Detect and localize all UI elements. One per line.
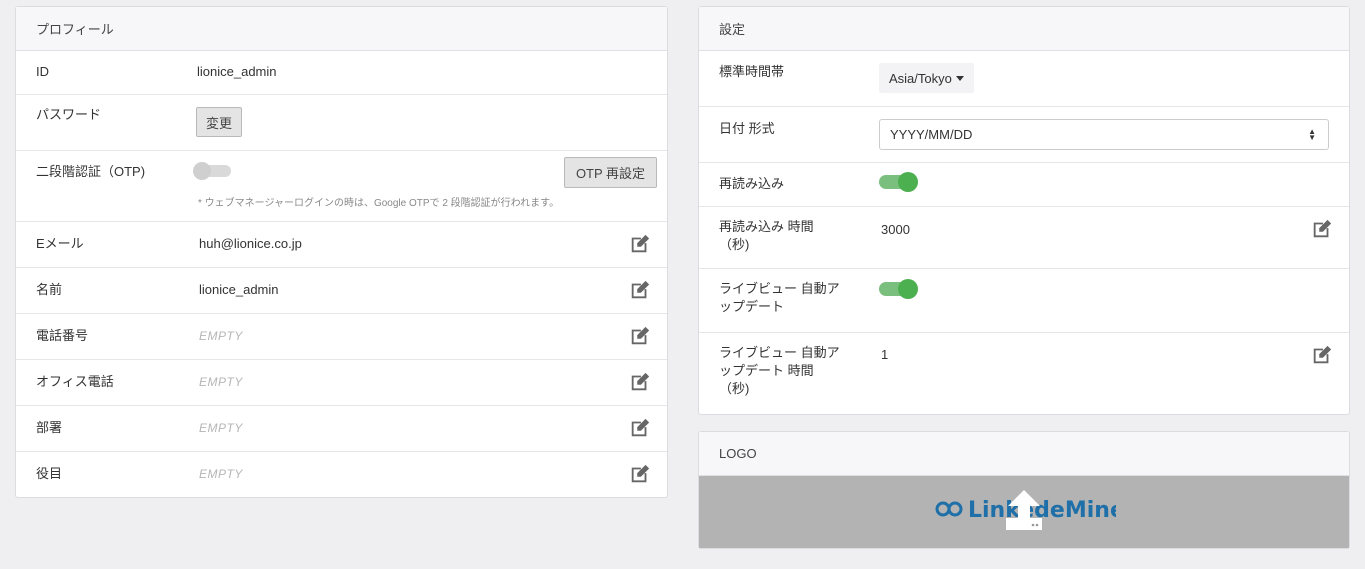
email-row: Eメール huh@lionice.co.jp [16, 222, 667, 268]
reload-time-label-line2: （秒) [719, 237, 750, 252]
id-row: ID lionice_admin [16, 51, 667, 95]
name-label: 名前 [36, 282, 63, 297]
role-label: 役目 [36, 466, 63, 481]
reload-time-label-line1: 再読み込み 時間 [719, 219, 814, 234]
settings-panel: 設定 標準時間帯 Asia/Tokyo 日付 形式 YYYY/MM/DD ▲ ▼ … [698, 6, 1350, 415]
reload-toggle[interactable] [879, 172, 918, 192]
date-format-label: 日付 形式 [719, 121, 775, 136]
chevron-down-icon [955, 75, 964, 81]
department-label: 部署 [36, 420, 63, 435]
office-phone-value: EMPTY [199, 375, 243, 389]
live-time-label: ライブビュー 自動ア ップデート 時間 （秒) [719, 344, 840, 398]
office-phone-label: オフィス電話 [36, 374, 114, 389]
live-time-label-line3: （秒) [719, 381, 750, 396]
department-value: EMPTY [199, 421, 243, 435]
live-time-label-line1: ライブビュー 自動ア [719, 345, 840, 360]
otp-toggle-knob [193, 162, 211, 180]
change-password-button[interactable]: 変更 [196, 107, 242, 137]
upload-icon[interactable] [1002, 488, 1046, 532]
name-row: 名前 lionice_admin [16, 268, 667, 314]
email-label: Eメール [36, 236, 84, 251]
otp-row: 二段階認証（OTP) OTP 再設定 * ウェブマネージャーログインの時は、Go… [16, 151, 667, 222]
edit-department-icon[interactable] [629, 417, 651, 439]
live-auto-row: ライブビュー 自動ア ップデート [699, 269, 1349, 333]
edit-phone-icon[interactable] [629, 325, 651, 347]
reload-time-value: 3000 [881, 222, 910, 237]
profile-header: プロフィール [16, 7, 667, 51]
timezone-label: 標準時間帯 [719, 64, 785, 79]
otp-toggle[interactable] [193, 162, 231, 180]
phone-row: 電話番号 EMPTY [16, 314, 667, 360]
reload-time-row: 再読み込み 時間 （秒) 3000 [699, 207, 1349, 269]
otp-note: * ウェブマネージャーログインの時は、Google OTPで 2 段階認証が行わ… [198, 198, 560, 209]
timezone-select[interactable]: Asia/Tokyo [879, 63, 974, 93]
logo-panel: LOGO LinkedeMine [698, 431, 1350, 549]
live-auto-label-line2: ップデート [719, 299, 785, 314]
id-value: lionice_admin [197, 64, 277, 79]
edit-role-icon[interactable] [629, 463, 651, 485]
department-row: 部署 EMPTY [16, 406, 667, 452]
profile-panel: プロフィール ID lionice_admin パスワード 変更 二段階認証（O… [15, 6, 668, 498]
live-auto-label-line1: ライブビュー 自動ア [719, 281, 840, 296]
edit-name-icon[interactable] [629, 279, 651, 301]
logo-header: LOGO [699, 432, 1349, 476]
edit-reload-time-icon[interactable] [1311, 218, 1333, 240]
phone-label: 電話番号 [36, 328, 89, 343]
reload-row: 再読み込み [699, 163, 1349, 207]
live-time-value: 1 [881, 347, 889, 362]
otp-reset-button[interactable]: OTP 再設定 [564, 157, 657, 188]
edit-office-phone-icon[interactable] [629, 371, 651, 393]
settings-title: 設定 [719, 22, 746, 37]
email-value: huh@lionice.co.jp [199, 236, 302, 251]
sort-arrows-icon: ▲ ▼ [1308, 127, 1316, 142]
office-phone-row: オフィス電話 EMPTY [16, 360, 667, 406]
edit-email-icon[interactable] [629, 233, 651, 255]
live-time-label-line2: ップデート 時間 [719, 363, 814, 378]
live-auto-toggle[interactable] [879, 279, 918, 299]
settings-header: 設定 [699, 7, 1349, 51]
timezone-value: Asia/Tokyo [889, 70, 952, 86]
role-value: EMPTY [199, 467, 243, 481]
password-label: パスワード [36, 107, 102, 122]
reload-time-label: 再読み込み 時間 （秒) [719, 218, 814, 254]
reload-toggle-knob [898, 172, 918, 192]
live-auto-label: ライブビュー 自動ア ップデート [719, 280, 840, 316]
role-row: 役目 EMPTY [16, 452, 667, 497]
reload-label: 再読み込み [719, 176, 785, 191]
logo-title: LOGO [719, 446, 757, 461]
profile-title: プロフィール [36, 22, 114, 37]
otp-label: 二段階認証（OTP) [36, 164, 146, 179]
timezone-row: 標準時間帯 Asia/Tokyo [699, 51, 1349, 107]
name-value: lionice_admin [199, 282, 279, 297]
date-format-row: 日付 形式 YYYY/MM/DD ▲ ▼ [699, 107, 1349, 163]
live-time-row: ライブビュー 自動ア ップデート 時間 （秒) 1 [699, 333, 1349, 414]
date-format-value: YYYY/MM/DD [890, 127, 973, 142]
id-label: ID [36, 64, 49, 79]
phone-value: EMPTY [199, 329, 243, 343]
edit-live-time-icon[interactable] [1311, 344, 1333, 366]
date-format-select[interactable]: YYYY/MM/DD ▲ ▼ [879, 119, 1329, 150]
live-auto-toggle-knob [898, 279, 918, 299]
logo-upload-area[interactable]: LinkedeMine [699, 476, 1349, 548]
password-row: パスワード 変更 [16, 95, 667, 151]
